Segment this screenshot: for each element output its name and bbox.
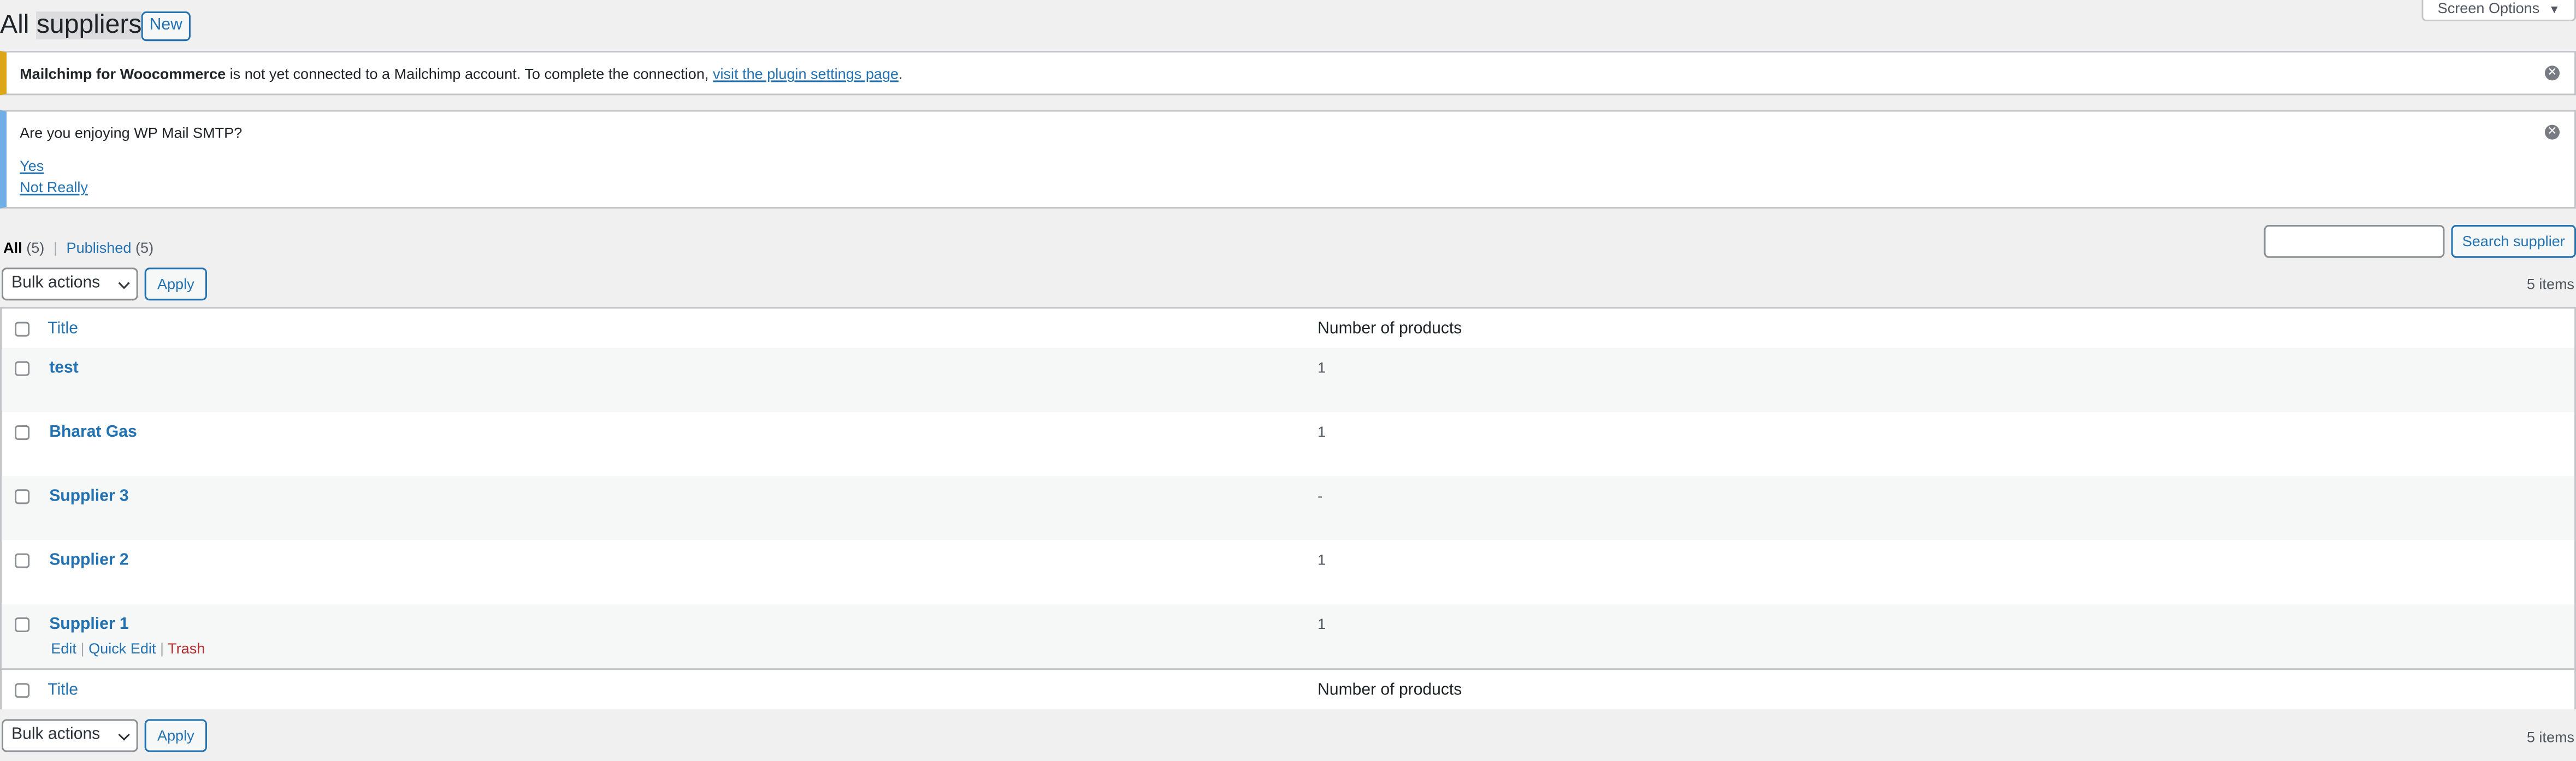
row-products-count: 1 bbox=[1317, 551, 1326, 568]
items-count-bottom: 5 items bbox=[2526, 729, 2575, 746]
row-title-link[interactable]: Supplier 3 bbox=[49, 487, 128, 506]
chevron-down-icon bbox=[118, 277, 130, 289]
mailchimp-notice-end: . bbox=[899, 66, 903, 82]
bulk-actions-select-bottom[interactable]: Bulk actions bbox=[2, 719, 138, 752]
mailchimp-notice-body: is not yet connected to a Mailchimp acco… bbox=[226, 66, 713, 82]
status-filters: All (5) | Published (5) bbox=[3, 238, 153, 258]
edit-link[interactable]: Edit bbox=[51, 640, 76, 657]
smtp-not-really-link[interactable]: Not Really bbox=[20, 177, 88, 197]
screen-options-button[interactable]: Screen Options ▼ bbox=[2421, 0, 2576, 22]
mailchimp-notice-strong: Mailchimp for Woocommerce bbox=[20, 66, 226, 82]
search-supplier-button[interactable]: Search supplier bbox=[2451, 225, 2576, 258]
items-count-top: 5 items bbox=[2526, 276, 2575, 293]
row-products-count: 1 bbox=[1317, 423, 1326, 441]
row-checkbox[interactable] bbox=[15, 617, 30, 632]
filter-published-link[interactable]: Published bbox=[67, 240, 132, 256]
smtp-yes-link[interactable]: Yes bbox=[20, 156, 44, 176]
row-title-link[interactable]: Supplier 2 bbox=[49, 552, 128, 570]
trash-link[interactable]: Trash bbox=[168, 640, 205, 657]
column-products-footer: Number of products bbox=[1317, 681, 1462, 700]
add-new-button[interactable]: New bbox=[141, 11, 191, 41]
select-all-checkbox-footer[interactable] bbox=[15, 683, 30, 698]
row-products-count: 1 bbox=[1317, 615, 1326, 632]
search-input[interactable] bbox=[2264, 225, 2445, 258]
apply-button-top[interactable]: Apply bbox=[144, 267, 207, 301]
filter-published-count: (5) bbox=[135, 240, 154, 257]
page-title-highlight: suppliers bbox=[36, 11, 142, 40]
close-circle-icon[interactable]: ✕ bbox=[2544, 66, 2560, 81]
table-header: Title Number of products bbox=[2, 308, 2575, 350]
table-row: Bharat Gas 1 bbox=[2, 412, 2574, 476]
table-row: Supplier 1 1 Edit | Quick Edit | Trash bbox=[2, 604, 2575, 669]
triangle-down-icon: ▼ bbox=[2548, 5, 2560, 17]
bulk-actions-select-top-label: Bulk actions bbox=[11, 274, 101, 293]
table-row: Supplier 2 1 bbox=[2, 540, 2574, 604]
row-actions: Edit | Quick Edit | Trash bbox=[51, 640, 205, 657]
page-title: All suppliers bbox=[0, 8, 142, 44]
table-footer: Title Number of products bbox=[2, 668, 2575, 710]
row-actions-separator: | bbox=[160, 640, 164, 657]
row-title-link[interactable]: test bbox=[49, 360, 79, 378]
quick-edit-link[interactable]: Quick Edit bbox=[88, 640, 156, 657]
bulk-actions-select-bottom-label: Bulk actions bbox=[11, 726, 101, 744]
table-row: test 1 bbox=[2, 348, 2575, 412]
mailchimp-notice: Mailchimp for Woocommerce is not yet con… bbox=[0, 51, 2576, 96]
filter-all-count: (5) bbox=[26, 240, 45, 257]
filter-separator: | bbox=[53, 240, 57, 257]
column-title-header[interactable]: Title bbox=[48, 320, 78, 338]
column-title-footer[interactable]: Title bbox=[48, 681, 78, 699]
chevron-down-icon bbox=[118, 729, 130, 741]
suppliers-table: Title Number of products test 1 Bharat G… bbox=[0, 307, 2576, 710]
row-title-link[interactable]: Bharat Gas bbox=[49, 424, 137, 442]
row-checkbox[interactable] bbox=[15, 361, 30, 376]
close-circle-icon[interactable]: ✕ bbox=[2544, 124, 2560, 140]
page-title-prefix: All bbox=[0, 11, 37, 40]
mailchimp-notice-text: Mailchimp for Woocommerce is not yet con… bbox=[20, 64, 903, 84]
table-row: Supplier 3 - bbox=[2, 476, 2575, 540]
row-products-count: 1 bbox=[1317, 359, 1326, 376]
row-products-count: - bbox=[1317, 487, 1323, 504]
plugin-settings-link[interactable]: visit the plugin settings page bbox=[713, 66, 899, 82]
filter-all-label[interactable]: All bbox=[3, 240, 22, 256]
screen-options-label: Screen Options bbox=[2437, 0, 2540, 17]
row-checkbox[interactable] bbox=[15, 425, 30, 441]
page: All suppliers New Screen Options ▼ Mailc… bbox=[0, 0, 2576, 760]
smtp-notice: Are you enjoying WP Mail SMTP? Yes Not R… bbox=[0, 110, 2576, 209]
bulk-actions-select-top[interactable]: Bulk actions bbox=[2, 267, 138, 301]
apply-button-bottom[interactable]: Apply bbox=[144, 719, 207, 752]
row-title-link[interactable]: Supplier 1 bbox=[49, 616, 128, 634]
row-checkbox[interactable] bbox=[15, 553, 30, 568]
row-actions-separator: | bbox=[80, 640, 85, 657]
select-all-checkbox[interactable] bbox=[15, 322, 30, 337]
column-products-header: Number of products bbox=[1317, 320, 1462, 338]
smtp-question: Are you enjoying WP Mail SMTP? bbox=[20, 124, 243, 141]
row-checkbox[interactable] bbox=[15, 489, 30, 504]
